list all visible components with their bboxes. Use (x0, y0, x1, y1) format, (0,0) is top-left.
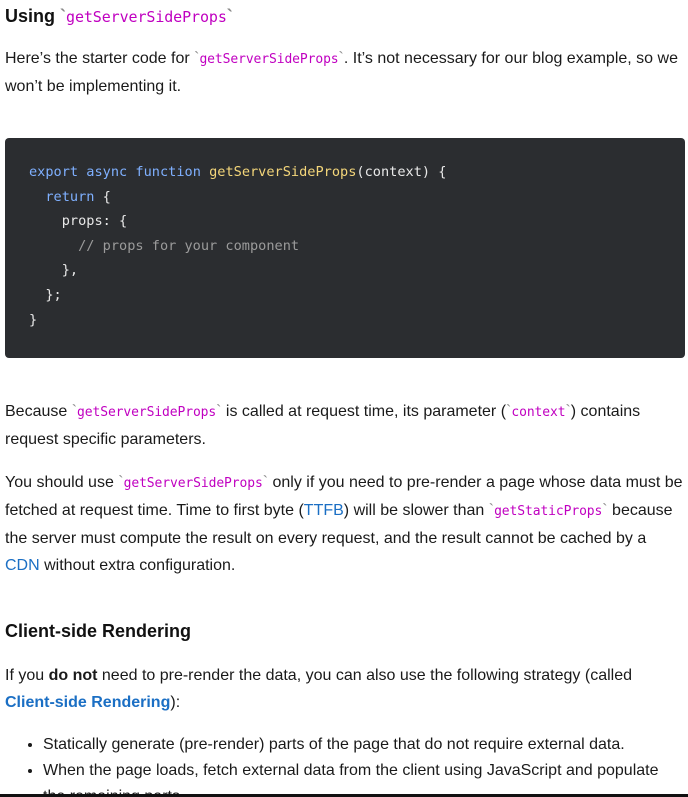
code-block: export async function getServerSideProps… (5, 138, 685, 358)
inline-code: context (511, 405, 566, 420)
ifnot-paragraph: If you do not need to pre-render the dat… (5, 667, 632, 711)
use-paragraph: You should use `getServerSideProps` only… (5, 474, 683, 574)
heading-text: Using (5, 6, 61, 26)
article-page: Using `getServerSideProps` Here’s the st… (0, 0, 688, 797)
section-heading-client-side: Client-side Rendering (5, 621, 192, 641)
emphasis: do not (48, 667, 98, 684)
cdn-link[interactable]: CDN (5, 557, 40, 574)
section-heading-using: Using `getServerSideProps` (5, 6, 233, 26)
because-paragraph: Because `getServerSideProps` is called a… (5, 403, 641, 448)
inline-code: getServerSideProps (123, 476, 263, 491)
inline-code: getStaticProps (494, 504, 603, 519)
intro-paragraph: Here’s the starter code for `getServerSi… (5, 50, 678, 95)
list-item: Statically generate (pre-render) parts o… (43, 732, 684, 758)
inline-code: getServerSideProps (77, 405, 217, 420)
heading-code: getServerSideProps (66, 8, 227, 26)
ttfb-link[interactable]: TTFB (304, 502, 344, 519)
list-item: When the page loads, fetch external data… (43, 758, 684, 797)
inline-code: getServerSideProps (199, 52, 339, 67)
strategy-list: Statically generate (pre-render) parts o… (5, 732, 684, 797)
client-side-rendering-link[interactable]: Client-side Rendering (5, 694, 170, 711)
